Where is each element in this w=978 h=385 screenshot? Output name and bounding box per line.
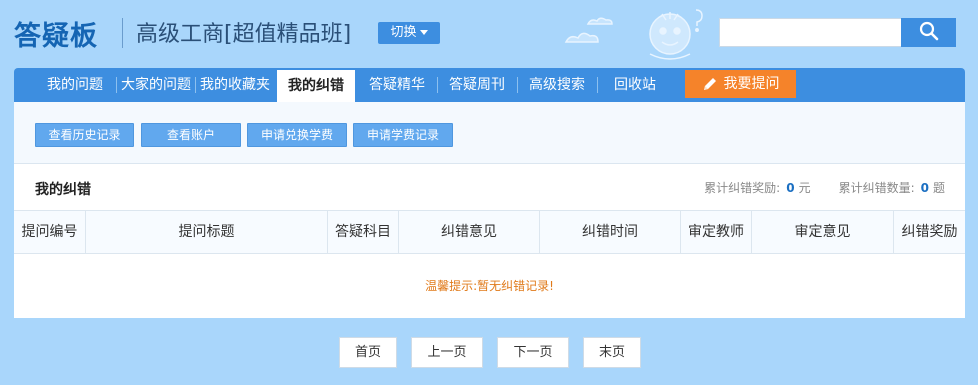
count-unit: 题 (932, 181, 945, 195)
chevron-down-icon (419, 30, 428, 35)
nav-item-advanced-search[interactable]: 高级搜索 (518, 68, 596, 102)
nav-item-all-questions[interactable]: 大家的问题 (117, 68, 195, 102)
search-input[interactable] (719, 18, 902, 47)
reward-label: 累计纠错奖励: (704, 181, 781, 195)
correction-stats: 累计纠错奖励: 0 元累计纠错数量: 0 题 (704, 179, 945, 196)
main-nav: 我的问题 大家的问题 我的收藏夹 我的纠错 答疑精华 答疑周刊 高级搜索 回收站… (14, 68, 965, 102)
column-header-reward: 纠错奖励 (901, 224, 958, 240)
ask-question-button[interactable]: 我要提问 (685, 70, 796, 98)
mascot-decoration-icon (564, 9, 703, 60)
nav-item-favorites[interactable]: 我的收藏夹 (196, 68, 274, 102)
switch-course-button[interactable]: 切换 (378, 22, 440, 44)
table-header: 提问编号 提问标题 答疑科目 纠错意见 纠错时间 审定教师 审定意见 纠错奖励 (14, 210, 965, 254)
switch-label: 切换 (390, 25, 417, 40)
ask-question-label: 我要提问 (723, 76, 780, 92)
nav-item-my-corrections[interactable]: 我的纠错 (277, 70, 355, 102)
next-page-button[interactable]: 下一页 (497, 337, 569, 368)
last-page-button[interactable]: 末页 (583, 337, 641, 368)
view-history-button[interactable]: 查看历史记录 (35, 123, 134, 147)
content-panel: 查看历史记录 查看账户 申请兑换学费 申请学费记录 我的纠错 累计纠错奖励: 0 元… (14, 102, 965, 318)
view-account-button[interactable]: 查看账户 (141, 123, 241, 147)
apply-exchange-tuition-button[interactable]: 申请兑换学费 (247, 123, 347, 147)
action-bar: 查看历史记录 查看账户 申请兑换学费 申请学费记录 (14, 102, 965, 164)
empty-records-message: 温馨提示:暂无纠错记录! (425, 279, 554, 293)
search-icon (919, 21, 938, 41)
course-title: 高级工商[超值精品班] (136, 22, 352, 47)
nav-item-highlights[interactable]: 答疑精华 (359, 68, 435, 102)
count-label: 累计纠错数量: (838, 181, 915, 195)
column-header-review-opinion: 审定意见 (752, 211, 894, 253)
section-title: 我的纠错 (35, 182, 91, 198)
column-header-correction-time: 纠错时间 (540, 211, 681, 253)
nav-item-my-questions[interactable]: 我的问题 (32, 68, 118, 102)
column-header-reviewer: 审定教师 (681, 211, 752, 253)
header-divider (122, 18, 123, 48)
tuition-records-button[interactable]: 申请学费记录 (353, 123, 453, 147)
column-header-correction-opinion: 纠错意见 (399, 211, 540, 253)
search-button[interactable] (901, 18, 956, 47)
prev-page-button[interactable]: 上一页 (411, 337, 483, 368)
pencil-icon (703, 78, 716, 90)
header: 答疑板 高级工商[超值精品班] 切换 (0, 0, 978, 68)
nav-item-weekly[interactable]: 答疑周刊 (438, 68, 516, 102)
nav-item-recycle-bin[interactable]: 回收站 (598, 68, 672, 102)
count-value: 0 (920, 181, 929, 195)
column-header-question-title: 提问标题 (86, 211, 328, 253)
column-header-subject: 答疑科目 (328, 211, 399, 253)
reward-value: 0 (786, 181, 795, 195)
reward-unit: 元 (798, 181, 811, 195)
first-page-button[interactable]: 首页 (339, 337, 397, 368)
site-logo[interactable]: 答疑板 (14, 14, 98, 53)
column-header-question-id: 提问编号 (14, 211, 86, 253)
